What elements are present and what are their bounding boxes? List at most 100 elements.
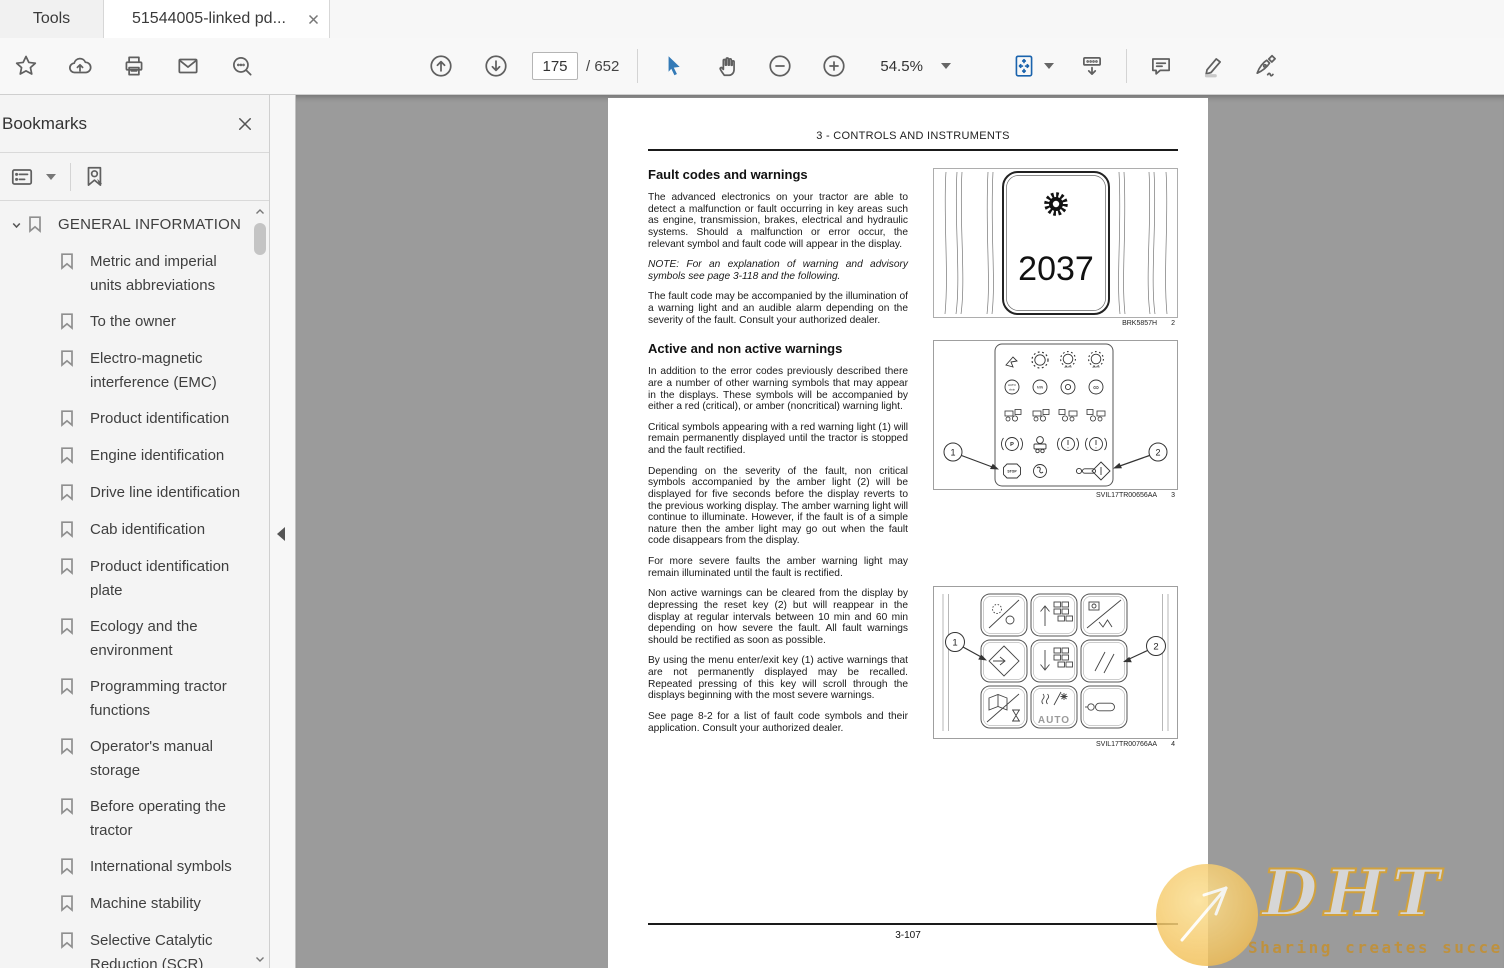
note-paragraph: NOTE: For an explanation of warning and … [648, 259, 908, 282]
fit-page-icon[interactable] [1010, 52, 1038, 80]
tab-document[interactable]: 51544005-linked pd... [104, 0, 330, 38]
svg-text:r/min: r/min [1009, 388, 1016, 392]
bookmark-icon [60, 407, 76, 432]
gear-icon [1044, 192, 1068, 216]
bookmark-item-metric-units[interactable]: Metric and imperial units abbreviations [4, 244, 251, 304]
tab-tools[interactable]: Tools [0, 0, 104, 38]
figure-code: SVIL17TR00766AA [1095, 741, 1158, 748]
bookmark-item-engine-identification[interactable]: Engine identification [4, 438, 251, 475]
toolbar-right-group [1010, 38, 1279, 94]
zoom-level-label[interactable]: 54.5% [880, 58, 923, 75]
pdf-viewer-window: Tools 51544005-linked pd... 175 / 652 54… [0, 0, 1504, 968]
figure-fault-code-display: 2037 BRK5857H 2 [933, 168, 1178, 327]
comment-icon[interactable] [1147, 52, 1175, 80]
bookmark-label: Electro-magnetic interference (EMC) [90, 350, 217, 391]
bookmark-item-product-identification[interactable]: Product identification [4, 401, 251, 438]
bookmarks-panel-toolbar [0, 153, 269, 201]
tab-bar: Tools 51544005-linked pd... [0, 0, 1504, 39]
bookmark-options-icon[interactable] [8, 163, 36, 191]
bookmarks-scrollbar[interactable] [252, 203, 268, 966]
scroll-down-icon[interactable] [254, 952, 266, 964]
next-page-icon[interactable] [482, 52, 510, 80]
bookmark-item-product-identification-plate[interactable]: Product identification plate [4, 549, 251, 609]
warning-symbols-figure: AUTO AUTO AUTO r/min MIN ∞ P STOP 1 2 [933, 340, 1178, 490]
main-toolbar: / 652 54.5% [0, 38, 1504, 95]
figure-number: 4 [1171, 741, 1175, 748]
bookmark-item-emc[interactable]: Electro-magnetic interference (EMC) [4, 341, 251, 401]
svg-text:AUTO: AUTO [1092, 365, 1099, 369]
svg-text:2: 2 [1155, 447, 1160, 457]
bookmark-options-caret-down-icon[interactable] [46, 173, 56, 180]
bookmark-icon [60, 518, 76, 543]
previous-page-icon[interactable] [427, 52, 455, 80]
figure-code: BRK5857H [1122, 320, 1158, 327]
bookmark-icon [60, 795, 76, 820]
bookmark-icon [60, 735, 76, 760]
email-icon[interactable] [174, 52, 202, 80]
zoom-caret-down-icon[interactable] [940, 63, 951, 69]
bookmark-item-ecology-environment[interactable]: Ecology and the environment [4, 609, 251, 669]
svg-text:2: 2 [1153, 642, 1158, 653]
paragraph: For more severe faults the amber warning… [648, 556, 908, 579]
bookmark-label: Ecology and the environment [90, 618, 198, 659]
find-current-bookmark-icon[interactable] [81, 163, 109, 191]
bookmark-label: Machine stability [90, 895, 201, 912]
figure-number: 3 [1171, 492, 1175, 499]
bookmark-icon [60, 675, 76, 700]
close-panel-icon[interactable] [235, 114, 255, 134]
bookmark-item-to-the-owner[interactable]: To the owner [4, 304, 251, 341]
dock-toolbar-icon[interactable] [1078, 52, 1106, 80]
bookmark-label: International symbols [90, 858, 232, 875]
figure-warning-symbols: AUTO AUTO AUTO r/min MIN ∞ P STOP 1 2 SV… [933, 340, 1178, 499]
close-tab-icon[interactable] [308, 14, 319, 25]
panel-collapse-strip[interactable] [270, 95, 296, 968]
bookmark-item-drive-line-identification[interactable]: Drive line identification [4, 475, 251, 512]
favorites-star-icon[interactable] [12, 52, 40, 80]
bookmark-label: Product identification plate [90, 558, 230, 599]
bookmark-label: Operator's manual storage [90, 738, 213, 779]
keypad-figure: AUTO 1 2 [933, 586, 1178, 739]
bookmark-icon [60, 444, 76, 469]
bookmark-item-international-symbols[interactable]: International symbols [4, 849, 251, 886]
fill-and-sign-pen-icon[interactable] [1251, 52, 1279, 80]
search-icon[interactable] [228, 52, 256, 80]
bookmark-item-before-operating[interactable]: Before operating the tractor [4, 789, 251, 849]
scroll-up-icon[interactable] [254, 205, 266, 217]
tab-document-label: 51544005-linked pd... [132, 10, 286, 27]
bookmark-item-scr[interactable]: Selective Catalytic Reduction (SCR) [4, 923, 251, 968]
bookmark-icon [60, 892, 76, 917]
bookmark-label: Before operating the tractor [90, 798, 226, 839]
svg-text:1: 1 [950, 447, 955, 457]
zoom-out-icon[interactable] [766, 52, 794, 80]
page-chapter-header: 3 - CONTROLS AND INSTRUMENTS [816, 130, 1010, 142]
collapse-panel-icon[interactable] [277, 527, 285, 541]
zoom-in-icon[interactable] [820, 52, 848, 80]
figure-code: SVIL17TR00656AA [1095, 492, 1158, 499]
paragraph: Critical symbols appearing with a red wa… [648, 421, 908, 456]
select-cursor-icon[interactable] [660, 52, 688, 80]
toolbar-left-group [12, 38, 256, 94]
scrollbar-thumb[interactable] [254, 223, 266, 255]
section-heading-fault-codes: Fault codes and warnings [648, 167, 808, 182]
bookmark-item-operators-manual-storage[interactable]: Operator's manual storage [4, 729, 251, 789]
bookmark-item-cab-identification[interactable]: Cab identification [4, 512, 251, 549]
svg-text:P: P [1010, 442, 1014, 448]
hand-tool-icon[interactable] [714, 52, 742, 80]
bookmark-item-general-information[interactable]: GENERAL INFORMATION [4, 207, 251, 244]
page-number-input[interactable] [532, 52, 578, 80]
fit-page-caret-down-icon[interactable] [1044, 63, 1054, 69]
bookmark-label: Selective Catalytic Reduction (SCR) [90, 932, 213, 968]
toolbar-divider-2 [1126, 49, 1127, 83]
bookmarks-panel: Bookmarks GENERAL INFORMATION Metric and… [0, 95, 270, 968]
print-icon[interactable] [120, 52, 148, 80]
bookmark-item-machine-stability[interactable]: Machine stability [4, 886, 251, 923]
svg-text:MIN: MIN [1037, 385, 1044, 389]
bookmark-icon [60, 481, 76, 506]
bookmark-label: To the owner [90, 313, 176, 330]
bookmark-icon [60, 347, 76, 372]
highlighter-icon[interactable] [1199, 52, 1227, 80]
chevron-down-icon[interactable] [4, 213, 28, 231]
bookmark-item-programming-tractor-functions[interactable]: Programming tractor functions [4, 669, 251, 729]
cloud-upload-icon[interactable] [66, 52, 94, 80]
toolbar-center-group: / 652 54.5% [427, 38, 951, 94]
